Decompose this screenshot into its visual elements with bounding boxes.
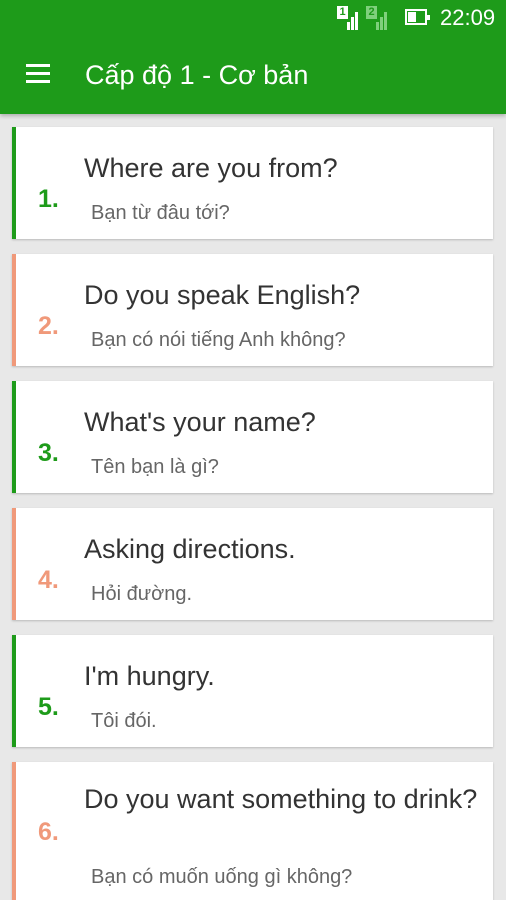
lesson-list[interactable]: 1. Where are you from? Bạn từ đâu tới? 2… [0,114,506,900]
lesson-vietnamese-text: Hỏi đường. [91,583,192,605]
status-bar: 1 2 22:09 [0,0,506,36]
lesson-number: 2. [38,312,59,340]
lesson-english-text: I'm hungry. [84,661,215,691]
battery-icon [405,9,430,25]
lesson-card-2[interactable]: 2. Do you speak English? Bạn có nói tiến… [12,254,493,366]
card-accent-stripe [12,762,16,900]
card-accent-stripe [12,508,16,620]
lesson-english-text: What's your name? [84,407,316,437]
lesson-card-6[interactable]: 6. Do you want something to drink? Bạn c… [12,762,493,900]
lesson-english-text: Do you speak English? [84,280,361,310]
lesson-vietnamese-text: Bạn từ đâu tới? [91,202,230,224]
sim1-badge: 1 [337,6,348,19]
lesson-number: 1. [38,185,59,213]
card-accent-stripe [12,254,16,366]
lesson-number: 3. [38,439,59,467]
lesson-vietnamese-text: Tên bạn là gì? [91,456,219,478]
card-accent-stripe [12,127,16,239]
lesson-english-text: Where are you from? [84,153,338,183]
lesson-number: 5. [38,693,59,721]
sim2-signal-icon: 2 [366,6,390,30]
sim2-badge: 2 [366,6,377,19]
lesson-english-text: Do you want something to drink? [84,784,478,814]
lesson-vietnamese-text: Tôi đói. [91,710,157,732]
lesson-card-5[interactable]: 5. I'm hungry. Tôi đói. [12,635,493,747]
app-bar: 1 2 22:09 Cấp độ 1 - Cơ bản [0,0,506,114]
card-accent-stripe [12,381,16,493]
lesson-vietnamese-text: Bạn có muốn uống gì không? [91,866,353,888]
status-clock: 22:09 [440,5,496,30]
page-title: Cấp độ 1 - Cơ bản [85,60,309,90]
lesson-vietnamese-text: Bạn có nói tiếng Anh không? [91,329,346,351]
lesson-card-3[interactable]: 3. What's your name? Tên bạn là gì? [12,381,493,493]
hamburger-menu-icon[interactable] [24,62,52,86]
card-accent-stripe [12,635,16,747]
sim1-signal-icon: 1 [337,6,361,30]
lesson-number: 4. [38,566,59,594]
lesson-card-4[interactable]: 4. Asking directions. Hỏi đường. [12,508,493,620]
lesson-english-text: Asking directions. [84,534,296,564]
lesson-card-1[interactable]: 1. Where are you from? Bạn từ đâu tới? [12,127,493,239]
lesson-number: 6. [38,818,59,846]
